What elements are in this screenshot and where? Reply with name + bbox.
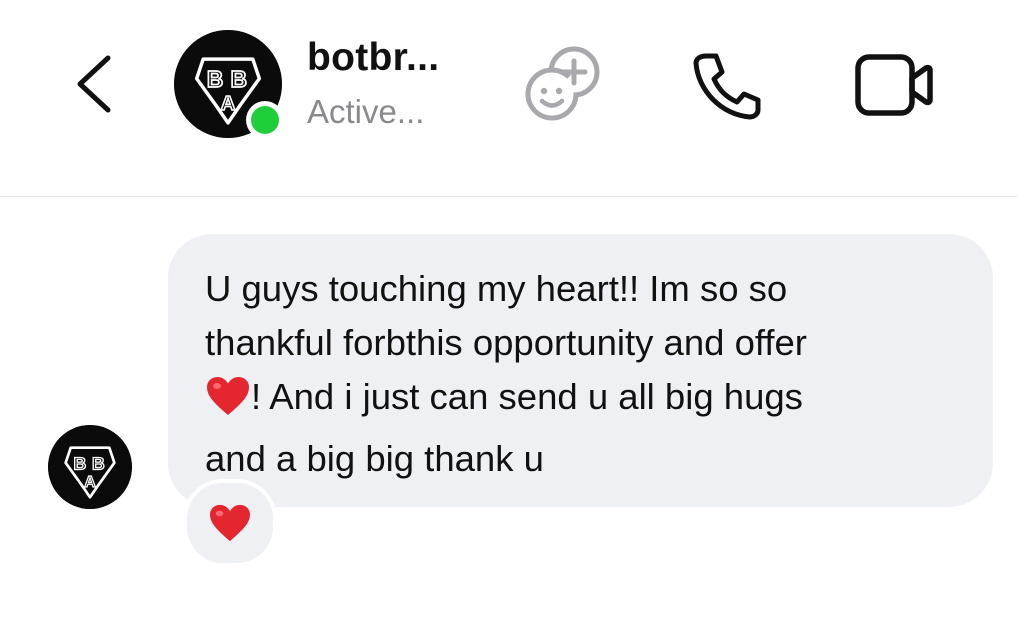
chat-username[interactable]: botbr... bbox=[307, 36, 439, 80]
svg-text:B: B bbox=[207, 66, 223, 92]
svg-text:A: A bbox=[84, 474, 96, 491]
message-bubble[interactable]: U guys touching my heart!! Im so so than… bbox=[168, 234, 993, 507]
activity-status: Active... bbox=[307, 93, 425, 130]
voice-call-button[interactable] bbox=[688, 50, 764, 122]
message-line: and a big big thank u bbox=[205, 438, 544, 479]
svg-text:B: B bbox=[74, 454, 87, 474]
add-effect-face-icon bbox=[525, 46, 600, 121]
heart-reaction-icon bbox=[210, 504, 250, 542]
svg-text:A: A bbox=[221, 92, 236, 115]
chat-header: B B A botbr... Active... bbox=[0, 0, 1017, 196]
svg-text:B: B bbox=[92, 454, 105, 474]
message-thread: U guys touching my heart!! Im so so than… bbox=[0, 197, 1017, 624]
back-button[interactable] bbox=[68, 50, 124, 118]
message-line: thankful forbthis opportunity and offer bbox=[205, 322, 807, 363]
message-line: ! And i just can send u all big hugs bbox=[251, 376, 803, 417]
phone-icon bbox=[693, 53, 761, 120]
bba-logo-icon: B B A bbox=[48, 425, 132, 509]
video-camera-icon bbox=[855, 54, 933, 116]
message-line: U guys touching my heart!! Im so so bbox=[205, 268, 788, 309]
chevron-left-icon bbox=[77, 55, 111, 113]
svg-text:B: B bbox=[231, 66, 247, 92]
chat-screen: B B A botbr... Active... U guys touching… bbox=[0, 0, 1017, 624]
message-text: U guys touching my heart!! Im so so than… bbox=[205, 262, 965, 486]
effects-button[interactable] bbox=[522, 44, 606, 124]
heart-emoji-icon bbox=[205, 375, 251, 432]
message-reaction[interactable] bbox=[183, 479, 277, 567]
online-status-indicator bbox=[246, 101, 284, 139]
sender-avatar[interactable]: B B A bbox=[48, 425, 132, 509]
video-call-button[interactable] bbox=[854, 52, 936, 118]
